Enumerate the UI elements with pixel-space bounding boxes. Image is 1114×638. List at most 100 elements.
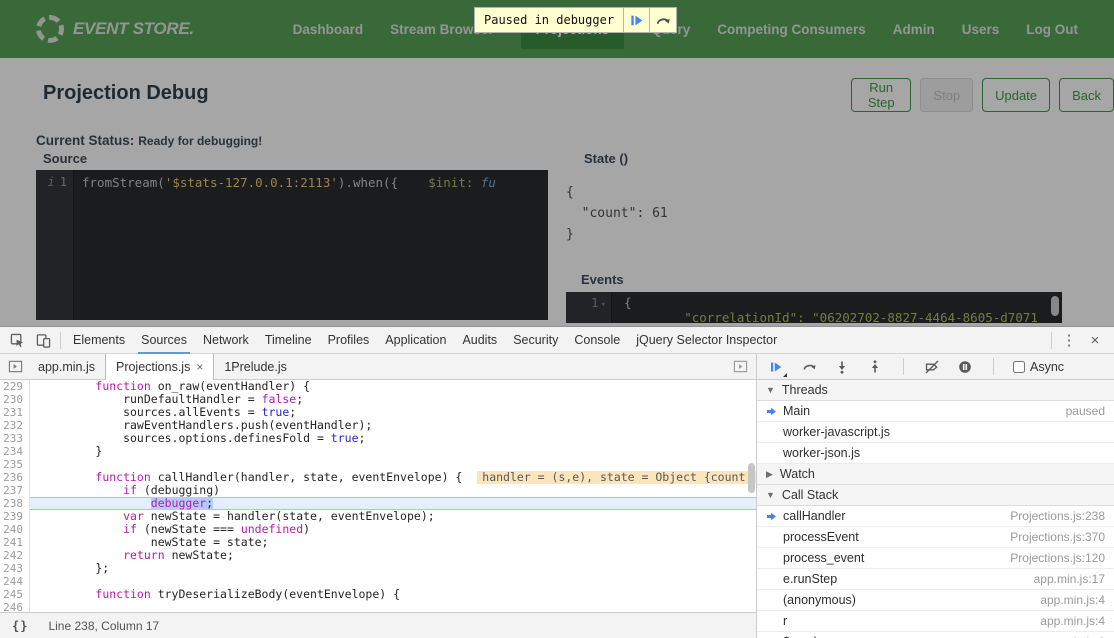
- code-line-text[interactable]: return newState;: [30, 549, 756, 562]
- resume-icon: [629, 13, 644, 28]
- file-tab-app-min-js[interactable]: app.min.js: [28, 354, 105, 380]
- banner-resume-button[interactable]: [623, 7, 650, 33]
- code-line-text[interactable]: rawEventHandlers.push(eventHandler);: [30, 419, 756, 432]
- code-line-text[interactable]: newState = state;: [30, 536, 756, 549]
- deactivate-breakpoints-button[interactable]: [923, 354, 941, 379]
- line-number[interactable]: 242: [0, 549, 30, 562]
- step-out-button[interactable]: [866, 354, 884, 379]
- tab-sources[interactable]: Sources: [133, 327, 195, 353]
- tab-application[interactable]: Application: [377, 327, 454, 353]
- code-line-text[interactable]: [30, 601, 756, 612]
- thread-worker-json-js[interactable]: worker-json.js: [757, 443, 1114, 464]
- step-into-button[interactable]: [833, 354, 851, 379]
- line-number[interactable]: 246: [0, 601, 30, 612]
- tab-profiles[interactable]: Profiles: [320, 327, 378, 353]
- pretty-print-icon[interactable]: {}: [12, 619, 28, 633]
- tab-network[interactable]: Network: [195, 327, 257, 353]
- async-checkbox-input[interactable]: [1013, 361, 1025, 373]
- line-number[interactable]: 243: [0, 562, 30, 575]
- nav-item-users[interactable]: Users: [962, 22, 1000, 37]
- code-line-text[interactable]: [30, 458, 756, 471]
- stack-frame-processevent[interactable]: processEventProjections.js:370: [757, 527, 1114, 548]
- line-number[interactable]: 237: [0, 484, 30, 497]
- tab-audits[interactable]: Audits: [454, 327, 505, 353]
- line-number[interactable]: 229: [0, 380, 30, 393]
- resume-button[interactable]: [767, 354, 785, 379]
- line-number[interactable]: 234: [0, 445, 30, 458]
- file-tab-1prelude-js[interactable]: 1Prelude.js: [214, 354, 297, 380]
- stack-frame-r[interactable]: rapp.min.js:4: [757, 611, 1114, 632]
- code-editor[interactable]: 229 function on_raw(eventHandler) {230 r…: [0, 380, 756, 612]
- stack-frame-anonymous[interactable]: (anonymous)app.min.js:4: [757, 590, 1114, 611]
- nav-item-log-out[interactable]: Log Out: [1026, 22, 1078, 37]
- nav-item-competing-consumers[interactable]: Competing Consumers: [717, 22, 866, 37]
- thread-worker-javascript-js[interactable]: worker-javascript.js: [757, 422, 1114, 443]
- tab-overflow-icon[interactable]: [730, 354, 756, 379]
- stack-frame-each[interactable]: $.eachapp.min.js:2: [757, 632, 1114, 638]
- code-line-text[interactable]: };: [30, 562, 756, 575]
- line-number[interactable]: 232: [0, 419, 30, 432]
- nav-item-dashboard[interactable]: Dashboard: [293, 22, 364, 37]
- run-step-button[interactable]: Run Step: [851, 78, 911, 112]
- line-number[interactable]: 231: [0, 406, 30, 419]
- page-actions: Run Step Stop Update Back: [851, 78, 1114, 112]
- code-line-text[interactable]: if (debugging): [30, 484, 756, 497]
- line-number[interactable]: 238: [0, 497, 30, 510]
- code-line-text[interactable]: function callHandler(handler, state, eve…: [30, 471, 756, 484]
- code-line-text[interactable]: sources.allEvents = true;: [30, 406, 756, 419]
- tab-elements[interactable]: Elements: [65, 327, 133, 353]
- code-line-text[interactable]: [30, 575, 756, 588]
- async-checkbox[interactable]: Async: [1013, 360, 1064, 374]
- watch-section-header[interactable]: ▶ Watch: [757, 464, 1114, 485]
- navigator-toggle-icon[interactable]: [2, 354, 28, 379]
- line-number[interactable]: 236: [0, 471, 30, 484]
- devtools-close-icon[interactable]: ×: [1082, 327, 1108, 353]
- tab-security[interactable]: Security: [505, 327, 566, 353]
- devtools-menu-icon[interactable]: ⋮: [1056, 327, 1082, 353]
- code-line-text[interactable]: debugger;: [30, 497, 756, 510]
- code-line-text[interactable]: var newState = handler(state, eventEnvel…: [30, 510, 756, 523]
- line-number[interactable]: 240: [0, 523, 30, 536]
- tab-console[interactable]: Console: [566, 327, 628, 353]
- events-editor[interactable]: 1▾ { "correlationId": "06202702-8827-446…: [566, 292, 1062, 323]
- line-number[interactable]: 245: [0, 588, 30, 601]
- tab-timeline[interactable]: Timeline: [257, 327, 320, 353]
- threads-section-header[interactable]: ▼ Threads: [757, 380, 1114, 401]
- nav-item-admin[interactable]: Admin: [893, 22, 935, 37]
- inspect-element-icon[interactable]: [4, 327, 30, 353]
- close-tab-icon[interactable]: ×: [196, 360, 203, 374]
- file-tab-projections-js[interactable]: Projections.js×: [105, 354, 214, 381]
- banner-step-over-button[interactable]: [649, 7, 677, 33]
- events-scrollbar-thumb[interactable]: [1051, 296, 1059, 316]
- frame-location: Projections.js:370: [1010, 530, 1105, 544]
- source-editor[interactable]: i1 fromStream('$stats-127.0.0.1:2113').w…: [36, 170, 548, 320]
- fold-arrow-icon[interactable]: ▾: [601, 300, 606, 310]
- thread-main[interactable]: Mainpaused: [757, 401, 1114, 422]
- stack-frame-e-runstep[interactable]: e.runStepapp.min.js:17: [757, 569, 1114, 590]
- stack-frame-callhandler[interactable]: callHandlerProjections.js:238: [757, 506, 1114, 527]
- code-line-text[interactable]: sources.options.definesFold = true;: [30, 432, 756, 445]
- line-number[interactable]: 230: [0, 393, 30, 406]
- update-button[interactable]: Update: [982, 78, 1050, 112]
- line-number[interactable]: 235: [0, 458, 30, 471]
- line-number[interactable]: 244: [0, 575, 30, 588]
- code-line-text[interactable]: function on_raw(eventHandler) {: [30, 380, 756, 393]
- stack-frame-process-event[interactable]: process_eventProjections.js:120: [757, 548, 1114, 569]
- step-over-button[interactable]: [800, 354, 818, 379]
- pause-on-exceptions-button[interactable]: [956, 354, 974, 379]
- code-line-text[interactable]: runDefaultHandler = false;: [30, 393, 756, 406]
- code-line-text[interactable]: }: [30, 445, 756, 458]
- line-number[interactable]: 233: [0, 432, 30, 445]
- code-line-text[interactable]: function tryDeserializeBody(eventEnvelop…: [30, 588, 756, 601]
- code-line-text[interactable]: if (newState === undefined): [30, 523, 756, 536]
- line-number[interactable]: 241: [0, 536, 30, 549]
- stop-button[interactable]: Stop: [920, 78, 973, 112]
- tab-jquery-selector-inspector[interactable]: jQuery Selector Inspector: [628, 327, 785, 353]
- call-stack-section-header[interactable]: ▼ Call Stack: [757, 485, 1114, 506]
- eventstore-logo[interactable]: EVENT STORE.: [36, 15, 194, 43]
- back-button[interactable]: Back: [1059, 78, 1114, 112]
- frame-function: (anonymous): [783, 593, 856, 607]
- code-vertical-scrollbar[interactable]: [748, 463, 755, 493]
- device-toolbar-icon[interactable]: [30, 327, 56, 353]
- line-number[interactable]: 239: [0, 510, 30, 523]
